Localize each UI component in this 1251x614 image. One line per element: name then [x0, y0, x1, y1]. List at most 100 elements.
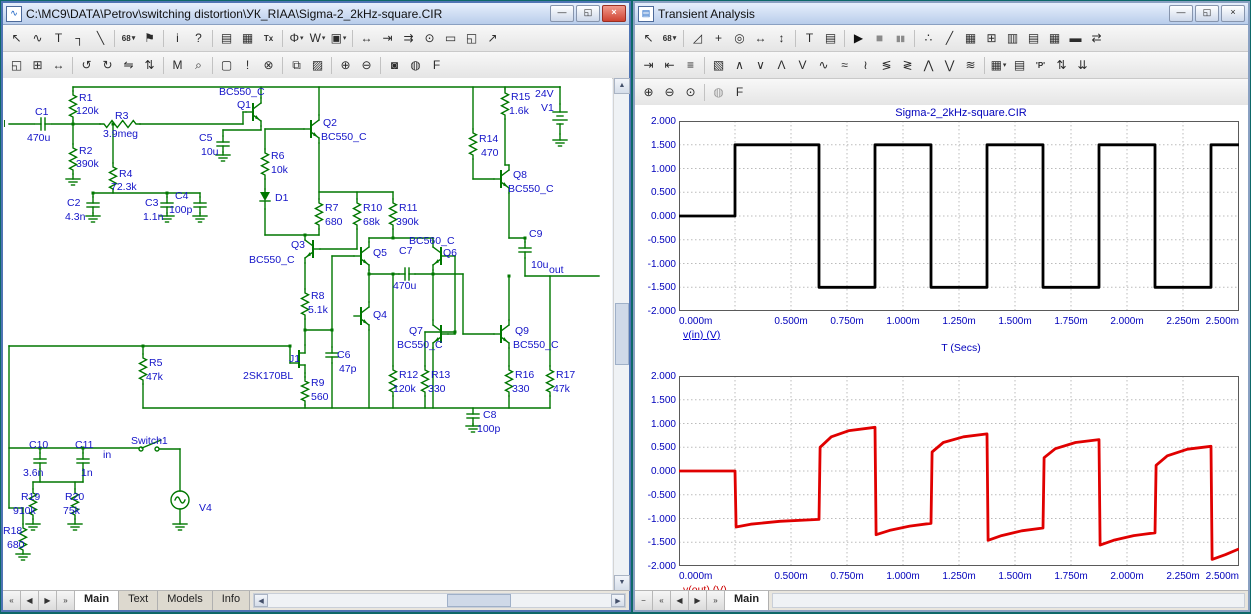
first-page-button[interactable]: « [3, 591, 21, 610]
scroll-left-button[interactable]: ◀ [254, 594, 268, 607]
text-tool[interactable]: T [48, 28, 69, 48]
zoom-in-button[interactable]: ⊕ [335, 55, 356, 75]
component-label[interactable]: C3 [145, 197, 158, 209]
component-label[interactable]: R4 [119, 168, 132, 180]
bus-tool[interactable]: ⇉ [398, 28, 419, 48]
component-label[interactable]: 470 [481, 147, 499, 159]
component-label[interactable]: V4 [199, 502, 212, 514]
component-label[interactable]: 5.1k [308, 304, 328, 316]
text-attributes-button[interactable]: Tx [258, 28, 279, 48]
component-label[interactable]: 100p [477, 423, 500, 435]
component-label[interactable]: 10u [531, 259, 549, 271]
select-tool[interactable]: ↖ [6, 28, 27, 48]
component-label[interactable]: 390k [76, 158, 99, 170]
valley-button[interactable]: V [792, 55, 813, 75]
plot-area[interactable]: 0.000m0.500m0.750m1.000m1.250m1.500m1.75… [679, 121, 1239, 329]
properties-button[interactable]: ▤ [820, 28, 841, 48]
flag-tool[interactable]: ⚑ [139, 28, 160, 48]
component-label[interactable]: BC550_C [508, 183, 554, 195]
horizontal-grids-button[interactable]: ▥ [1002, 28, 1023, 48]
horizontal-scrollbar[interactable]: ◀ ▶ [253, 593, 626, 608]
component-label[interactable]: R12 [399, 369, 418, 381]
horizontal-scrollbar[interactable] [772, 593, 1245, 608]
component-label[interactable]: in [103, 449, 111, 461]
zoom-out-button[interactable]: ⊖ [356, 55, 377, 75]
component-label[interactable]: I [3, 118, 6, 130]
component-label[interactable]: 4.3n [65, 211, 85, 223]
baseline-button[interactable]: ▬ [1065, 28, 1086, 48]
font-button[interactable]: F [729, 82, 750, 102]
tab-models[interactable]: Models [158, 591, 212, 610]
tab-info[interactable]: Info [213, 591, 250, 610]
envelope-button[interactable]: ≋ [960, 55, 981, 75]
picture-tool[interactable]: ▣ [328, 28, 349, 48]
component-label[interactable]: 680 [7, 539, 25, 551]
component-label[interactable]: 47k [146, 371, 163, 383]
next-valley-button[interactable]: ∨ [750, 55, 771, 75]
component-label[interactable]: R10 [363, 202, 382, 214]
snapshot-button[interactable]: ◙ [384, 55, 405, 75]
component-label[interactable]: R18 [3, 525, 22, 537]
stop-button[interactable]: ■ [869, 28, 890, 48]
p-key-button[interactable]: 'P' [1030, 55, 1051, 75]
component-label[interactable]: 10k [271, 164, 288, 176]
next-page-button[interactable]: ▶ [39, 591, 57, 610]
global-high-button[interactable]: ⋀ [918, 55, 939, 75]
component-label[interactable]: R19 [21, 491, 40, 503]
last-page-button[interactable]: » [57, 591, 75, 610]
zoom-in-button[interactable]: ⊕ [638, 82, 659, 102]
component-label[interactable]: BC550_C [321, 131, 367, 143]
numeric-output-button[interactable]: ▤ [1009, 55, 1030, 75]
link-tool[interactable]: ↗ [482, 28, 503, 48]
step-box-tool[interactable]: ⇥ [377, 28, 398, 48]
pan-tool[interactable]: ↔ [356, 28, 377, 48]
find-button[interactable]: ⌕ [188, 55, 209, 75]
component-label[interactable]: 72.3k [111, 181, 137, 193]
component-label[interactable]: C11 [75, 439, 93, 451]
component-label[interactable]: R13 [431, 369, 450, 381]
component-label[interactable]: BC550_C [513, 339, 559, 351]
component-label[interactable]: C1 [35, 106, 48, 118]
horizontal-tag-button[interactable]: ↔ [750, 28, 771, 48]
tokens-button[interactable]: ╱ [939, 28, 960, 48]
flip-horizontal-button[interactable]: ⇋ [118, 55, 139, 75]
component-label[interactable]: BC560_C [409, 235, 455, 247]
component-label[interactable]: 560 [311, 391, 329, 403]
info-mode-button[interactable]: i [167, 28, 188, 48]
component-label[interactable]: Switch1 [131, 435, 168, 447]
schematic-canvas[interactable]: IC1470uR1120kR33.9megR2390kR472.3kC24.3n… [3, 78, 612, 591]
component-label[interactable]: 75k [63, 505, 80, 517]
inflection-button[interactable]: ≀ [855, 55, 876, 75]
component-label[interactable]: 120k [393, 383, 416, 395]
component-label[interactable]: 68k [363, 216, 380, 228]
component-label[interactable]: R5 [149, 357, 162, 369]
font-button[interactable]: F [426, 55, 447, 75]
component-label[interactable]: C10 [29, 439, 48, 451]
component-label[interactable]: R16 [515, 369, 534, 381]
go-to-x-button[interactable]: ⇥ [638, 55, 659, 75]
component-label[interactable]: 1.1n [143, 211, 163, 223]
component-label[interactable]: Q4 [373, 309, 387, 321]
tab-text[interactable]: Text [119, 591, 158, 610]
component-label[interactable]: 330 [428, 383, 446, 395]
plot-area[interactable]: 0.000m0.500m0.750m1.000m1.250m1.500m1.75… [679, 376, 1239, 584]
component-label[interactable]: R9 [311, 377, 324, 389]
low-button[interactable]: ≈ [834, 55, 855, 75]
component-label[interactable]: 680 [325, 216, 343, 228]
component-label[interactable]: out [549, 264, 564, 276]
diagonal-wire-tool[interactable]: ╲ [90, 28, 111, 48]
error-list-button[interactable]: ! [237, 55, 258, 75]
overlay-button[interactable]: ▧ [708, 55, 729, 75]
next-page-button[interactable]: ▶ [689, 591, 707, 610]
restore-button[interactable]: ◱ [576, 5, 600, 22]
component-label[interactable]: BC550_C [397, 339, 443, 351]
component-label[interactable]: R17 [556, 369, 575, 381]
peak-button[interactable]: Λ [771, 55, 792, 75]
cursor-mode-button[interactable]: + [708, 28, 729, 48]
scroll-up-button[interactable]: ▲ [614, 78, 630, 94]
zoom-out-button[interactable]: ⊖ [659, 82, 680, 102]
component-label[interactable]: BC550_C [219, 86, 265, 98]
component-label[interactable]: R8 [311, 290, 324, 302]
high-button[interactable]: ∿ [813, 55, 834, 75]
component-label[interactable]: C8 [483, 409, 496, 421]
